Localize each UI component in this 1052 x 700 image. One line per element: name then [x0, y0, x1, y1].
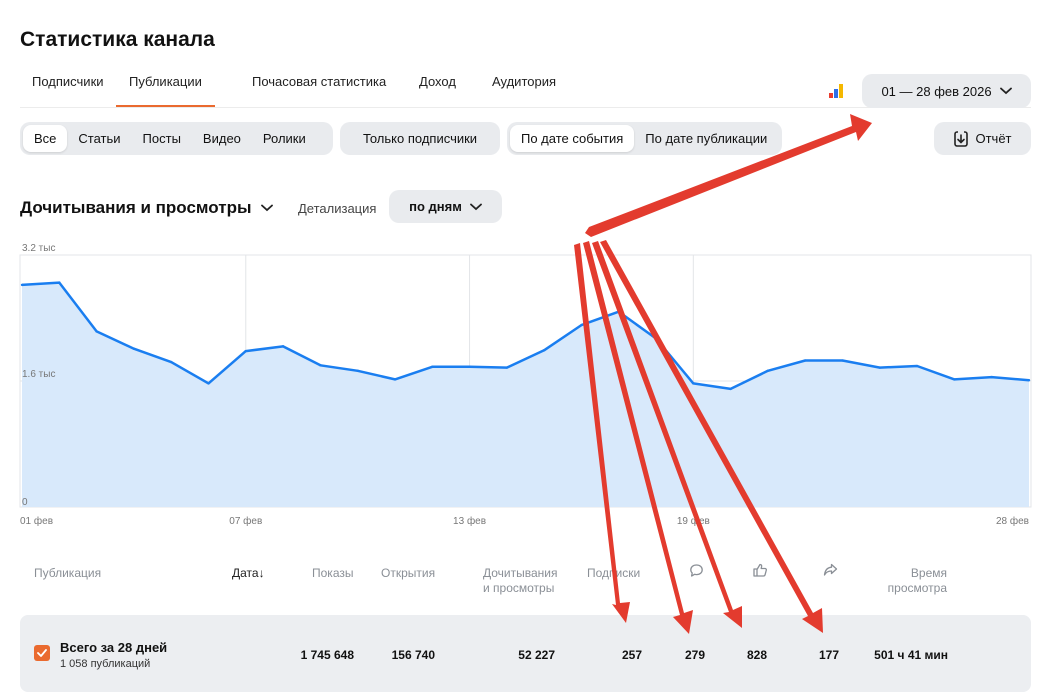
detail-value: по дням [409, 199, 462, 214]
chart-point [319, 364, 322, 367]
date-mode-filter: По дате события По дате публикации [507, 122, 782, 155]
total-opens: 156 740 [391, 648, 435, 662]
chart-point [841, 359, 844, 362]
col-reads-line1: Дочитывания [483, 566, 558, 580]
chart-point [617, 310, 620, 313]
chart-point [356, 369, 359, 372]
filter-video[interactable]: Видео [192, 125, 252, 152]
col-watch-time-line2: просмотра [887, 581, 947, 595]
chart-point [95, 330, 98, 333]
x-tick-label: 13 фев [453, 515, 486, 527]
filter-posts[interactable]: Посты [132, 125, 192, 152]
report-label: Отчёт [975, 131, 1012, 146]
subscribers-only-label: Только подписчики [362, 131, 478, 146]
chart-point [244, 349, 247, 353]
col-impressions[interactable]: Показы [312, 566, 353, 581]
total-row: Всего за 28 дней 1 058 публикаций 1 745 … [20, 615, 1031, 692]
detail-label: Детализация [298, 201, 377, 216]
chart-point [281, 345, 285, 348]
y-tick-label: 0 [22, 497, 28, 508]
sort-arrow-icon: ↓ [258, 566, 265, 580]
detail-dropdown[interactable]: по дням [389, 190, 502, 223]
chart-point [766, 369, 770, 372]
col-reads[interactable]: Дочитывания и просмотры [483, 566, 558, 596]
y-tick-label: 3.2 тыс [22, 243, 55, 254]
chart-point [431, 365, 434, 369]
date-range-value: 01 — 28 фев 2026 [881, 83, 992, 99]
chart-point [468, 365, 471, 369]
tab-income[interactable]: Доход [419, 74, 456, 105]
chart-point [580, 323, 583, 327]
page-title: Статистика канала [20, 28, 215, 51]
tab-audience[interactable]: Аудитория [492, 74, 556, 105]
metric-selector[interactable]: Дочитывания и просмотры [20, 198, 274, 218]
date-mode-event[interactable]: По дате события [510, 125, 635, 152]
col-watch-time[interactable]: Время просмотра [880, 566, 947, 596]
total-checkbox[interactable] [34, 645, 50, 661]
chart-area [22, 282, 1029, 507]
tab-subscribers[interactable]: Подписчики [32, 74, 104, 105]
comment-icon[interactable] [689, 563, 704, 578]
total-watch-time: 501 ч 41 мин [874, 648, 948, 662]
like-icon[interactable] [752, 562, 768, 578]
date-mode-publication[interactable]: По дате публикации [634, 125, 778, 152]
filter-all[interactable]: Все [23, 125, 68, 152]
col-date-label: Дата [232, 566, 259, 580]
x-tick-label: 28 фев [996, 515, 1029, 527]
x-tick-label: 19 фев [677, 515, 710, 527]
col-subscriptions[interactable]: Подписки [587, 566, 640, 581]
chart-point [1027, 379, 1031, 382]
filter-shorts[interactable]: Ролики [252, 125, 317, 152]
total-likes: 828 [746, 648, 767, 662]
filter-articles[interactable]: Статьи [67, 125, 131, 152]
report-button[interactable]: Отчёт [934, 122, 1031, 155]
total-title: Всего за 28 дней [60, 640, 168, 655]
chart-point [804, 359, 807, 362]
col-reads-line2: и просмотры [483, 581, 555, 595]
chart-point [20, 283, 24, 287]
total-reads: 52 227 [518, 648, 555, 662]
total-subscriptions: 257 [621, 648, 642, 662]
chevron-down-icon [469, 203, 482, 210]
chevron-down-icon [999, 87, 1012, 95]
total-shares: 177 [818, 648, 839, 662]
x-tick-label: 01 фев [20, 515, 53, 527]
share-icon[interactable] [823, 563, 838, 577]
chart-point [878, 366, 882, 369]
y-tick-label: 1.6 тыс [22, 369, 55, 380]
chart-point [729, 387, 732, 391]
chart-point [505, 366, 509, 369]
chart-point [542, 349, 546, 352]
date-range-picker[interactable]: 01 — 28 фев 2026 [862, 74, 1031, 108]
x-tick-label: 07 фев [229, 515, 262, 527]
reads-views-chart: 3.2 тыс 1.6 тыс 0 01 фев 07 фев 13 фев 19 фев 2… [19, 243, 1032, 527]
chart-point [915, 364, 919, 368]
total-subtitle: 1 058 публикаций [60, 658, 151, 670]
chart-point [58, 281, 61, 284]
tab-publications[interactable]: Публикации [116, 74, 215, 107]
chart-point [654, 337, 658, 340]
col-publication[interactable]: Публикация [34, 566, 101, 581]
chart-point [132, 347, 136, 350]
col-watch-time-line1: Время [910, 566, 947, 580]
chevron-down-icon [261, 204, 274, 212]
tab-hourly[interactable]: Почасовая статистика [252, 74, 386, 105]
col-date[interactable]: Дата↓ [232, 566, 265, 581]
total-impressions: 1 745 648 [300, 648, 354, 662]
content-type-filter: Все Статьи Посты Видео Ролики [20, 122, 333, 155]
subscribers-only-toggle[interactable]: Только подписчики [340, 122, 500, 155]
chart-point [953, 378, 956, 381]
chart-point [990, 375, 993, 379]
col-opens[interactable]: Открытия [381, 566, 435, 581]
chart-point [692, 382, 695, 385]
chart-point [207, 382, 210, 385]
chart-point [169, 360, 173, 364]
chart-point [393, 378, 397, 381]
report-download-icon [954, 130, 969, 147]
metrics-logo-icon [829, 84, 845, 98]
metric-selector-label: Дочитывания и просмотры [20, 198, 252, 217]
checkmark-icon [37, 649, 47, 657]
total-comments: 279 [684, 648, 705, 662]
